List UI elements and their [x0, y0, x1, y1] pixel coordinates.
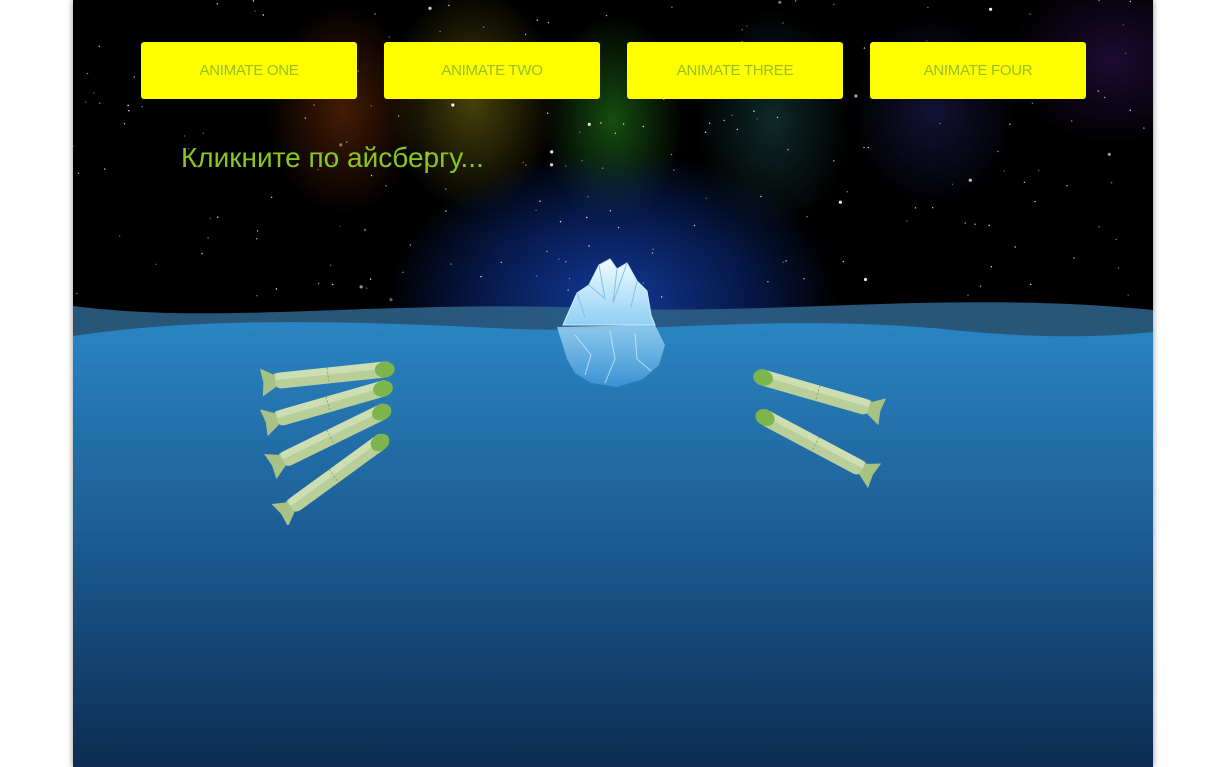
animate-four-button[interactable]: ANIMATE FOUR: [870, 42, 1086, 99]
torpedo-group-left: [259, 361, 395, 525]
animate-three-button[interactable]: ANIMATE THREE: [627, 42, 843, 99]
instruction-text: Кликните по айсбергу...: [181, 142, 484, 173]
iceberg-icon[interactable]: [555, 255, 670, 390]
animate-one-button[interactable]: ANIMATE ONE: [141, 42, 357, 99]
torpedo-group-right: [753, 369, 887, 489]
animation-stage: ANIMATE ONE ANIMATE TWO ANIMATE THREE AN…: [73, 0, 1153, 767]
animate-two-button[interactable]: ANIMATE TWO: [384, 42, 600, 99]
